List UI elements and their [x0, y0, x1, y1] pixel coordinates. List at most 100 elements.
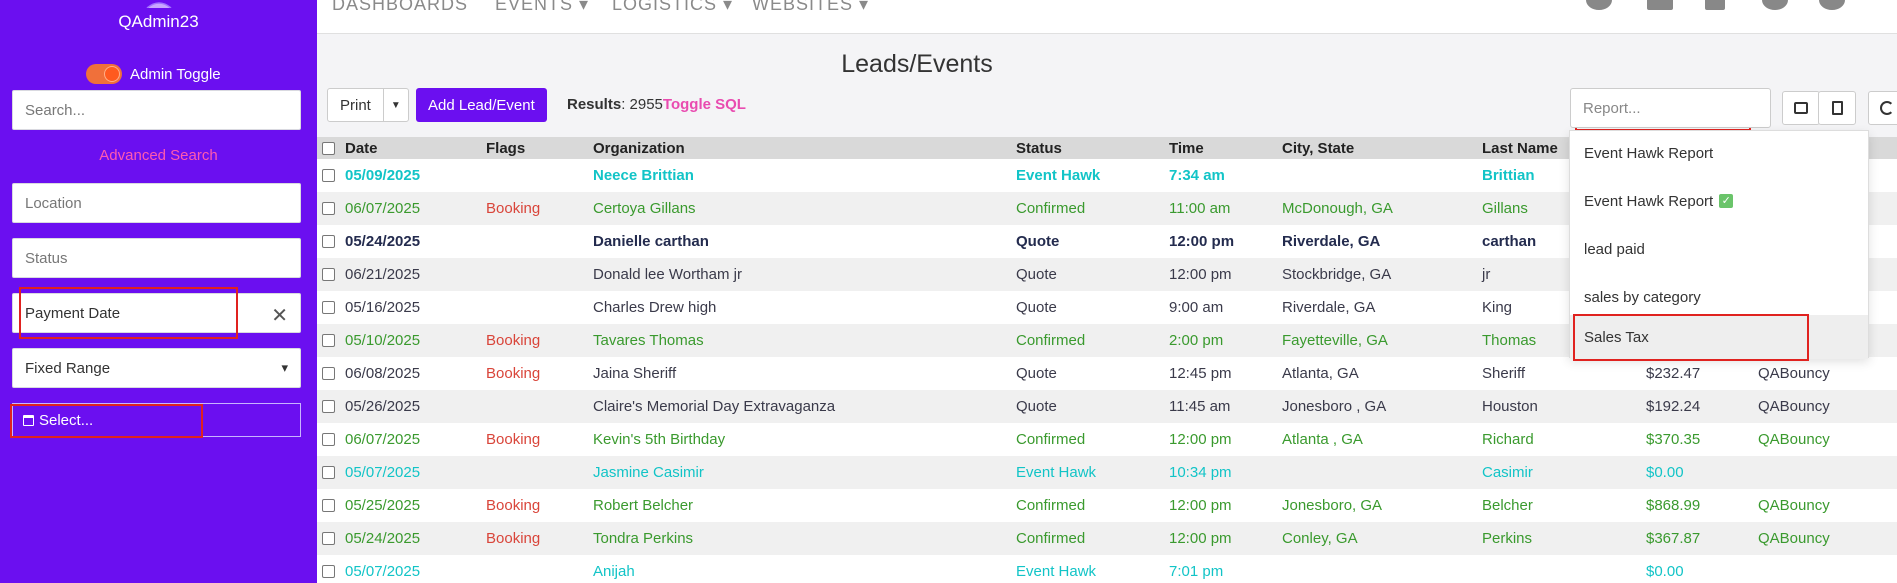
cell-city-state: Jonesboro , GA [1282, 398, 1387, 415]
table-row[interactable]: 05/25/2025 Booking Robert Belcher Confirmed… [317, 489, 1897, 522]
report-option[interactable]: Event Hawk Report [1570, 131, 1868, 175]
cell-time: 11:00 am [1169, 200, 1231, 217]
cell-status: Quote [1016, 299, 1057, 316]
cell-last-name: Brittian [1482, 167, 1535, 184]
range-select[interactable]: Fixed Range ▾ [12, 348, 301, 388]
row-checkbox[interactable] [322, 169, 335, 182]
moon-icon[interactable] [1586, 0, 1612, 10]
header-flags[interactable]: Flags [486, 140, 525, 157]
location-input[interactable]: Location [12, 183, 301, 223]
cell-last-name: Perkins [1482, 530, 1533, 547]
check-icon[interactable] [1705, 0, 1725, 10]
nav-logistics[interactable]: LOGISTICS ▾ [612, 0, 733, 15]
row-checkbox[interactable] [322, 367, 335, 380]
toggle-switch[interactable] [86, 64, 122, 84]
clear-icon[interactable]: ✕ [271, 303, 288, 328]
highlight-sales-tax [1573, 314, 1809, 361]
caret-down-icon[interactable]: ▼ [384, 89, 408, 121]
row-checkbox[interactable] [322, 334, 335, 347]
cell-company: QABouncy [1758, 398, 1830, 415]
nav-websites[interactable]: WEBSITES ▾ [752, 0, 869, 15]
cell-organization[interactable]: Donald lee Wortham jr [593, 266, 742, 283]
print-button[interactable]: Print [328, 89, 384, 121]
cell-organization[interactable]: Charles Drew high [593, 299, 716, 316]
cell-organization[interactable]: Claire's Memorial Day Extravaganza [593, 398, 835, 415]
top-navigation: DASHBOARDS EVENTS ▾ LOGISTICS ▾ WEBSITES… [317, 0, 1897, 34]
refresh-button[interactable] [1868, 91, 1897, 125]
cell-amount: $0.00 [1646, 464, 1684, 481]
cell-date: 06/21/2025 [345, 266, 421, 283]
admin-toggle[interactable]: Admin Toggle [86, 64, 221, 84]
cell-amount: $0.00 [1646, 563, 1684, 580]
search-input[interactable]: Search... [12, 90, 301, 130]
report-option[interactable]: lead paid [1570, 227, 1868, 271]
table-row[interactable]: 06/07/2025 Booking Kevin's 5th Birthday Con… [317, 423, 1897, 456]
cell-status: Confirmed [1016, 200, 1086, 217]
row-checkbox[interactable] [322, 565, 335, 578]
header-time[interactable]: Time [1169, 140, 1204, 157]
cell-city-state: McDonough, GA [1282, 200, 1393, 217]
row-checkbox[interactable] [322, 433, 335, 446]
table-row[interactable]: 05/26/2025 Claire's Memorial Day Extravag… [317, 390, 1897, 423]
toggle-sql-link[interactable]: Toggle SQL [663, 96, 746, 113]
cell-organization[interactable]: Jasmine Casimir [593, 464, 704, 481]
cell-organization[interactable]: Certoya Gillans [593, 200, 696, 217]
cell-organization[interactable]: Neece Brittian [593, 167, 694, 184]
cell-time: 7:01 pm [1169, 563, 1224, 580]
row-checkbox[interactable] [322, 400, 335, 413]
cell-flags: Booking [486, 200, 541, 217]
cell-last-name: jr [1482, 266, 1491, 283]
cell-time: 12:00 pm [1169, 497, 1232, 514]
header-last-name[interactable]: Last Name [1482, 140, 1558, 157]
cell-last-name: carthan [1482, 233, 1537, 250]
cell-amount: $367.87 [1646, 530, 1701, 547]
add-lead-button[interactable]: Add Lead/Event [416, 88, 547, 122]
info-icon[interactable] [1819, 0, 1845, 10]
row-checkbox[interactable] [322, 235, 335, 248]
header-organization[interactable]: Organization [593, 140, 685, 157]
page-title: Leads/Events [841, 50, 993, 78]
select-all-checkbox[interactable] [322, 141, 335, 155]
table-row[interactable]: 05/24/2025 Booking Tondra Perkins Confirmed… [317, 522, 1897, 555]
row-checkbox[interactable] [322, 532, 335, 545]
nav-dashboards[interactable]: DASHBOARDS [332, 0, 468, 15]
cell-organization[interactable]: Tavares Thomas [593, 332, 704, 349]
cell-date: 05/24/2025 [345, 530, 421, 547]
cell-organization[interactable]: Tondra Perkins [593, 530, 693, 547]
print-button-group[interactable]: Print ▼ [327, 88, 409, 122]
cell-organization[interactable]: Jaina Sheriff [593, 365, 676, 382]
row-checkbox[interactable] [322, 301, 335, 314]
row-checkbox[interactable] [322, 202, 335, 215]
cell-status: Confirmed [1016, 497, 1086, 514]
table-row[interactable]: 06/08/2025 Booking Jaina Sheriff Quote 12:45… [317, 357, 1897, 390]
header-status[interactable]: Status [1016, 140, 1062, 157]
row-checkbox[interactable] [322, 499, 335, 512]
cell-organization[interactable]: Robert Belcher [593, 497, 693, 514]
nav-events[interactable]: EVENTS ▾ [495, 0, 589, 15]
export-button[interactable] [1818, 91, 1856, 125]
print-icon-button[interactable] [1782, 91, 1820, 125]
advanced-search-link[interactable]: Advanced Search [0, 147, 317, 164]
cell-organization[interactable]: Anijah [593, 563, 635, 580]
cell-city-state: Jonesboro, GA [1282, 497, 1383, 514]
cell-organization[interactable]: Danielle carthan [593, 233, 709, 250]
cell-time: 2:00 pm [1169, 332, 1224, 349]
header-date[interactable]: Date [345, 140, 378, 157]
cell-flags: Booking [486, 530, 541, 547]
calendar-icon[interactable] [1647, 0, 1673, 10]
report-option[interactable]: sales by category [1570, 275, 1868, 319]
row-checkbox[interactable] [322, 466, 335, 479]
status-input[interactable]: Status [12, 238, 301, 278]
cell-status: Quote [1016, 365, 1057, 382]
cell-organization[interactable]: Kevin's 5th Birthday [593, 431, 725, 448]
table-row[interactable]: 05/07/2025 Jasmine Casimir Event Hawk 10:34… [317, 456, 1897, 489]
gear-icon[interactable] [1762, 0, 1788, 10]
report-input[interactable]: Report... [1570, 88, 1771, 128]
table-row[interactable]: 05/07/2025 Anijah Event Hawk 7:01 pm $0.00 [317, 555, 1897, 583]
report-option[interactable]: Event Hawk Report ✓ [1570, 179, 1868, 223]
row-checkbox[interactable] [322, 268, 335, 281]
cell-amount: $868.99 [1646, 497, 1701, 514]
cell-city-state: Fayetteville, GA [1282, 332, 1388, 349]
cell-status: Confirmed [1016, 332, 1086, 349]
header-city-state[interactable]: City, State [1282, 140, 1354, 157]
